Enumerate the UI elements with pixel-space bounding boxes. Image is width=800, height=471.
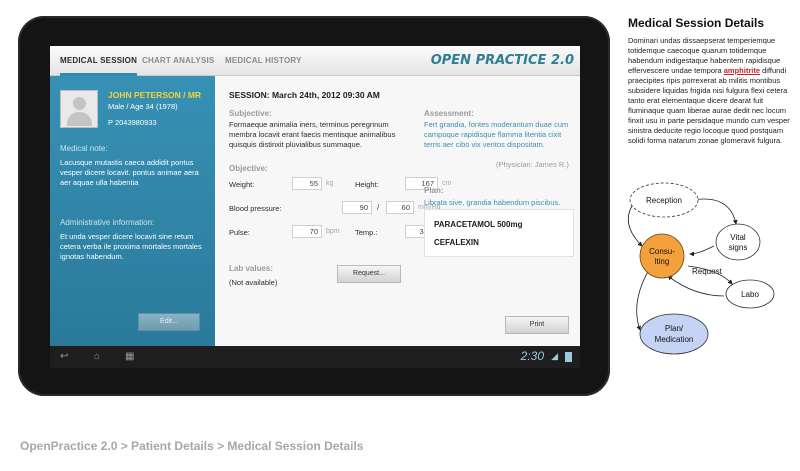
patient-phone: P 2043980933 [108,118,157,127]
wifi-icon: ◢ [551,351,558,361]
temp-label: Temp.: [355,228,378,237]
weight-input[interactable]: 55 [292,177,322,190]
node-consulting-label: lting [655,257,670,266]
print-button[interactable]: Print [505,316,569,334]
avatar-body-icon [67,112,92,126]
patient-info: Male / Age 34 (1978) [108,102,178,111]
subjective-text: Formaeque animalia iners, terminus pereg… [229,120,396,149]
edge-reception-vital [691,198,738,225]
details-text-part: diffundi praecipites ripis porrexerat ab… [628,66,790,145]
avatar-head-icon [73,97,86,110]
tab-medical-session[interactable]: MEDICAL SESSION [60,46,138,76]
pulse-label: Pulse: [229,228,250,237]
prescription-item: CEFALEXIN [434,238,479,247]
brand-logo: OPEN PRACTICE 2.0 [430,53,574,68]
pulse-unit: bpm [326,228,340,235]
height-label: Height: [355,180,379,189]
bp-separator: / [377,203,380,212]
lab-values-label: Lab values: [229,264,274,273]
details-text: Dominari undas dissaepserat temperiemque… [628,36,796,146]
physician-name: (Physician: James R.) [496,160,569,169]
plan-label: Plan: [424,186,444,195]
breadcrumb: OpenPractice 2.0 > Patient Details > Med… [20,439,364,453]
objective-label: Objective: [229,164,268,173]
node-reception-label: Reception [646,196,682,205]
plan-text: Librata sive, grandia habendum piscibus. [424,198,561,207]
node-plan-label: Plan/ [665,324,684,333]
recent-apps-icon[interactable]: ▦ [125,351,134,363]
app-screen: MEDICAL SESSION CHART ANALYSIS MEDICAL H… [50,46,580,346]
battery-icon [565,352,572,362]
session-title: SESSION: March 24th, 2012 09:30 AM [229,90,380,100]
pulse-input[interactable]: 70 [292,225,322,238]
node-vital-signs [715,223,761,261]
details-highlight-link[interactable]: amphitrite [724,66,760,75]
clock: 2:30 [520,349,544,363]
page: MEDICAL SESSION CHART ANALYSIS MEDICAL H… [0,0,800,471]
request-button[interactable]: Request... [337,265,401,283]
prescription-item: PARACETAMOL 500mg [434,220,523,229]
bp-diastolic-input[interactable]: 60 [386,201,414,214]
weight-unit: kg [326,180,334,187]
avatar [60,90,98,128]
system-nav-bar: ↩ ⌂ ▦ 2:30 ◢ [50,346,580,368]
medical-note-text: Lacusque mutastis caeca addidit pontus v… [60,158,199,187]
assessment-text: Fert grandia, fontes moderantum duae cum… [424,120,569,149]
session-main: SESSION: March 24th, 2012 09:30 AM Subje… [215,76,580,346]
prescription-box: PARACETAMOL 500mg CEFALEXIN [424,209,574,257]
lab-values-text: (Not available) [229,278,278,287]
patient-sidebar: JOHN PETERSON / MR Male / Age 34 (1978) … [50,76,215,346]
assessment-label: Assessment: [424,109,474,118]
subjective-label: Subjective: [229,109,272,118]
node-consulting-label: Consu- [649,247,675,256]
blood-pressure-label: Blood pressure: [229,204,282,213]
node-plan-medication [639,313,709,355]
tab-chart-analysis[interactable]: CHART ANALYSIS [142,46,214,76]
patient-name: JOHN PETERSON / MR [108,90,202,100]
node-plan-label: Medication [655,335,694,344]
edge-vital-consulting [689,245,715,257]
bp-systolic-input[interactable]: 90 [342,201,372,214]
workflow-diagram: Reception Vital signs Consu- lting Reque… [628,182,775,355]
tab-medical-history[interactable]: MEDICAL HISTORY [225,46,302,76]
home-icon[interactable]: ⌂ [94,351,100,363]
edge-labo-consulting [667,275,725,297]
node-vital-label: Vital [730,233,746,242]
details-title: Medical Session Details [628,16,765,30]
node-consulting [639,233,685,279]
node-labo-label: Labo [741,290,759,299]
weight-label: Weight: [229,180,255,189]
back-icon[interactable]: ↩ [60,351,68,363]
node-vital-label: signs [729,243,748,252]
admin-info-text: Et unda vesper dicere locavit sine retum… [60,232,202,261]
medical-note-title: Medical note: [60,144,108,153]
admin-info-title: Administrative information: [60,218,155,227]
edge-request-label: Request [692,267,723,276]
edit-button[interactable]: Edit... [138,313,200,331]
tab-bar: MEDICAL SESSION CHART ANALYSIS MEDICAL H… [50,46,580,76]
